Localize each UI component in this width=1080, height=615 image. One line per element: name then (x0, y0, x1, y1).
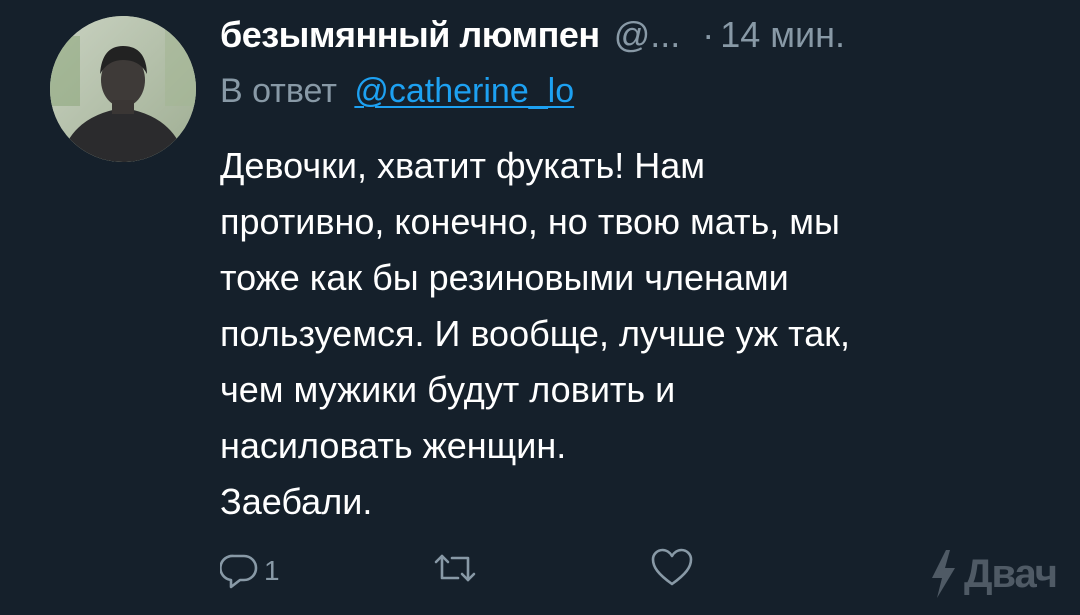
tweet-text-line: Заебали. (220, 481, 373, 522)
tweet-text-line: чем мужики будут ловить и (220, 369, 676, 410)
tweet-header: безымянный люмпен @... · 14 мин. (220, 14, 845, 62)
like-button[interactable] (650, 546, 694, 588)
tweet-actions: 1 (0, 540, 1080, 600)
separator-dot: · (702, 14, 715, 55)
tweet-text-line: Девочки, хватит фукать! Нам (220, 145, 706, 186)
reply-prefix: В ответ (220, 72, 337, 110)
retweet-icon (434, 554, 476, 582)
author-handle[interactable]: @... (614, 14, 681, 56)
watermark: Двач (928, 548, 1058, 600)
watermark-text: Двач (964, 551, 1058, 596)
reply-context: В ответ @catherine_lo (220, 72, 574, 111)
tweet-timestamp[interactable]: 14 мин. (720, 14, 845, 56)
avatar-image (50, 16, 196, 162)
heart-icon (651, 548, 693, 586)
author-name[interactable]: безымянный люмпен (220, 14, 600, 56)
retweet-button[interactable] (432, 548, 478, 588)
tweet-text-line: насиловать женщин. (220, 425, 567, 466)
reply-to-link[interactable]: @catherine_lo (354, 72, 574, 110)
tweet-text: Девочки, хватит фукать! Нам противно, ко… (220, 138, 1020, 530)
lightning-icon (932, 550, 955, 598)
reply-count: 1 (264, 555, 280, 586)
tweet-text-line: противно, конечно, но твою мать, мы (220, 201, 840, 242)
tweet-text-line: пользуемся. И вообще, лучше уж так, (220, 313, 850, 354)
avatar[interactable] (50, 16, 196, 162)
reply-icon (220, 554, 258, 589)
reply-button[interactable]: 1 (220, 550, 280, 590)
tweet-text-line: тоже как бы резиновыми членами (220, 257, 789, 298)
